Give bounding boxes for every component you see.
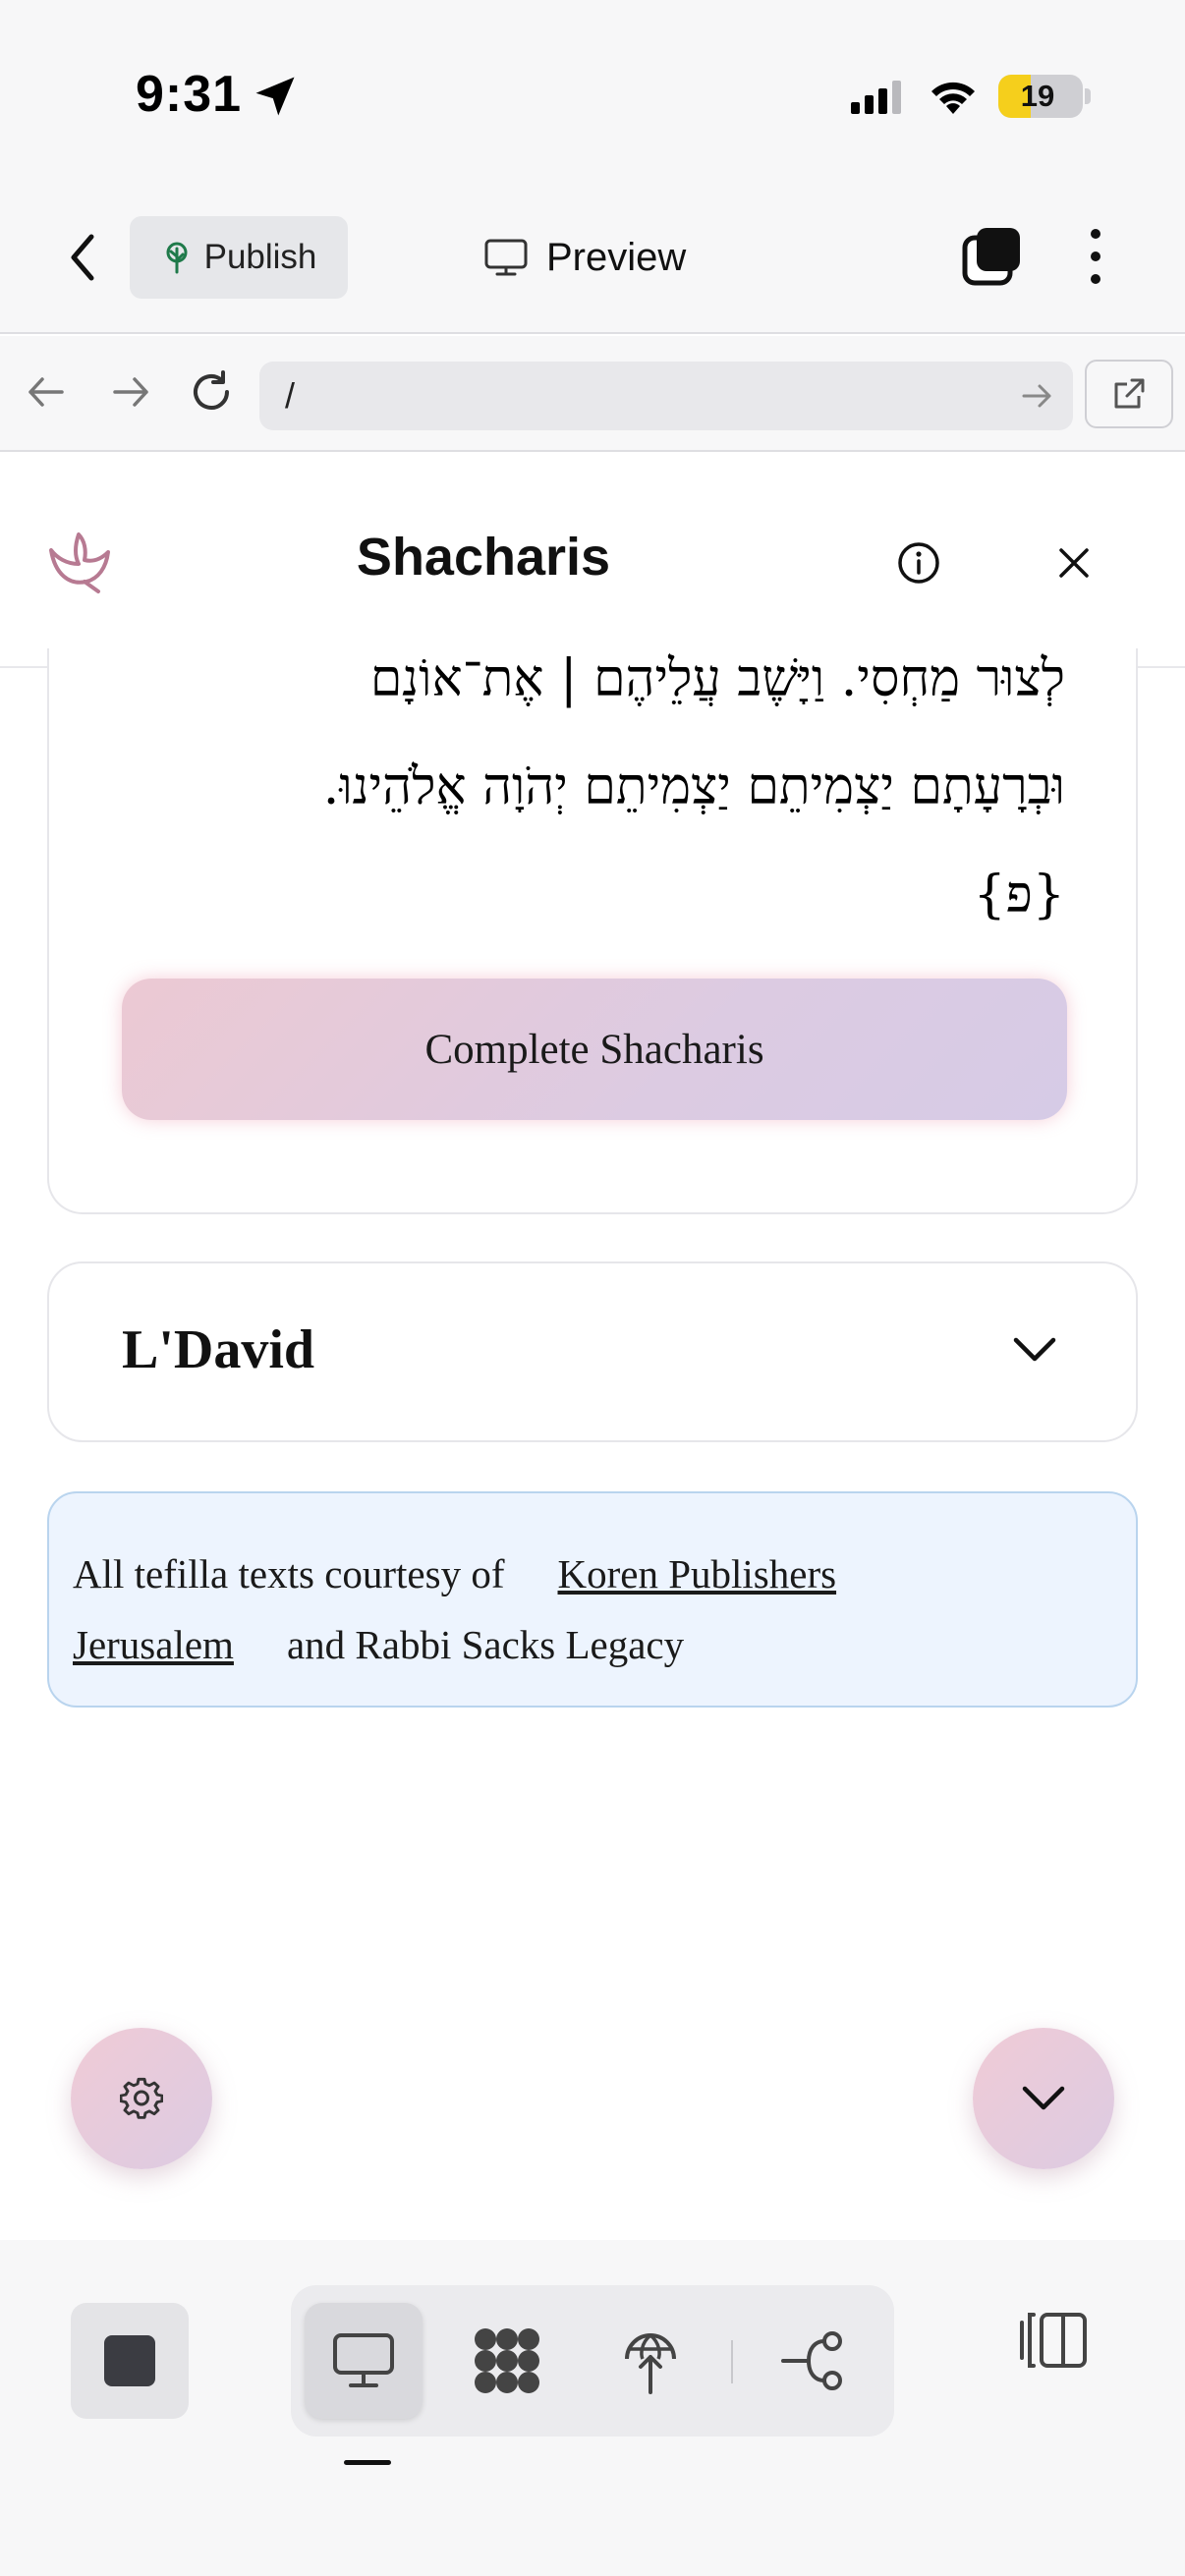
koren-link-continued[interactable]: Jerusalem	[73, 1622, 234, 1667]
close-icon[interactable]	[1053, 542, 1095, 584]
publish-tree-icon	[166, 242, 188, 274]
prayer-card: לְצוּר מַחְסִי. וַיָּשֶׁב עֲלֵיהֶם | אֶת…	[47, 648, 1138, 1214]
top-toolbar: Publish Preview	[0, 196, 1185, 334]
app-header: Shacharis	[0, 452, 1185, 668]
status-bar: 9:31 19	[0, 0, 1185, 196]
status-time: 9:31	[136, 66, 243, 123]
koren-link[interactable]: Koren Publishers	[558, 1551, 837, 1596]
settings-button[interactable]	[71, 2028, 212, 2169]
gear-icon	[120, 2077, 163, 2119]
more-vertical-icon[interactable]	[1081, 226, 1110, 287]
tab-apps[interactable]	[448, 2303, 566, 2419]
credits-banner: All tefilla texts courtesy of Koren Publi…	[47, 1491, 1138, 1708]
stop-icon	[104, 2335, 155, 2386]
publish-label: Publish	[203, 238, 317, 276]
info-icon[interactable]	[896, 540, 941, 586]
prayer-line: וּבְרָעָתָם יַצְמִיתֵם יַצְמִיתֵם יְהֹוָ…	[322, 757, 1065, 816]
publish-button[interactable]: Publish	[130, 216, 348, 299]
back-button[interactable]	[53, 228, 112, 287]
flow-icon	[781, 2331, 842, 2390]
side-panel-icon	[1020, 2313, 1087, 2368]
open-external-button[interactable]	[1085, 360, 1173, 428]
tab-flow[interactable]	[755, 2303, 873, 2419]
stop-button[interactable]	[71, 2303, 189, 2419]
deploy-globe-icon	[625, 2333, 676, 2394]
url-text: /	[285, 375, 296, 416]
side-panel-button[interactable]	[1014, 2301, 1093, 2380]
desktop-icon	[333, 2333, 394, 2387]
external-link-icon	[1114, 378, 1145, 409]
battery-icon: 19	[998, 75, 1083, 118]
battery-percent: 19	[1020, 79, 1055, 113]
preview-tab[interactable]: Preview	[483, 222, 686, 293]
location-arrow-icon	[255, 77, 295, 116]
tab-deploy[interactable]	[592, 2303, 709, 2419]
prayer-line: {פ}	[973, 866, 1065, 924]
stacked-windows-icon[interactable]	[961, 226, 1022, 287]
ldavid-accordion[interactable]: L'David	[47, 1261, 1138, 1442]
wifi-icon	[931, 82, 975, 114]
accordion-title: L'David	[122, 1319, 315, 1380]
arrow-left-icon	[28, 377, 64, 407]
url-input[interactable]: /	[259, 362, 1073, 430]
nav-forward-button[interactable]	[106, 367, 155, 417]
reload-button[interactable]	[187, 367, 236, 417]
page-title: Shacharis	[356, 528, 611, 587]
chevron-down-icon	[1022, 2086, 1065, 2110]
bottom-toolbar	[0, 2240, 1185, 2576]
preview-label: Preview	[546, 235, 687, 279]
reload-icon	[194, 370, 229, 410]
main-content: לְצוּר מַחְסִי. וַיָּשֶׁב עֲלֵיהֶם | אֶת…	[0, 648, 1185, 2240]
arrow-right-icon	[113, 377, 148, 407]
scroll-down-button[interactable]	[973, 2028, 1114, 2169]
chevron-down-icon[interactable]	[1010, 1330, 1059, 1370]
apps-grid-icon	[475, 2328, 539, 2393]
segment-divider	[731, 2340, 733, 2383]
go-arrow-icon[interactable]	[1018, 377, 1055, 415]
cellular-signal-icon	[851, 81, 901, 114]
prayer-text: לְצוּר מַחְסִי. וַיָּשֶׁב עֲלֵיהֶם | אֶת…	[147, 648, 1065, 949]
url-bar: /	[0, 336, 1185, 452]
credits-suffix: and Rabbi Sacks Legacy	[286, 1622, 685, 1667]
nav-back-button[interactable]	[22, 367, 71, 417]
monitor-icon	[484, 239, 528, 276]
credits-prefix: All tefilla texts courtesy of	[73, 1551, 505, 1596]
view-switcher	[291, 2285, 894, 2436]
selected-tab-indicator	[344, 2460, 391, 2465]
prayer-line: לְצוּר מַחְסִי. וַיָּשֶׁב עֲלֵיהֶם | אֶת…	[369, 649, 1065, 708]
complete-shacharis-button[interactable]: Complete Shacharis	[122, 979, 1067, 1120]
tab-desktop[interactable]	[305, 2303, 423, 2419]
battery-nub	[1085, 88, 1091, 104]
chevron-left-icon	[71, 234, 94, 281]
